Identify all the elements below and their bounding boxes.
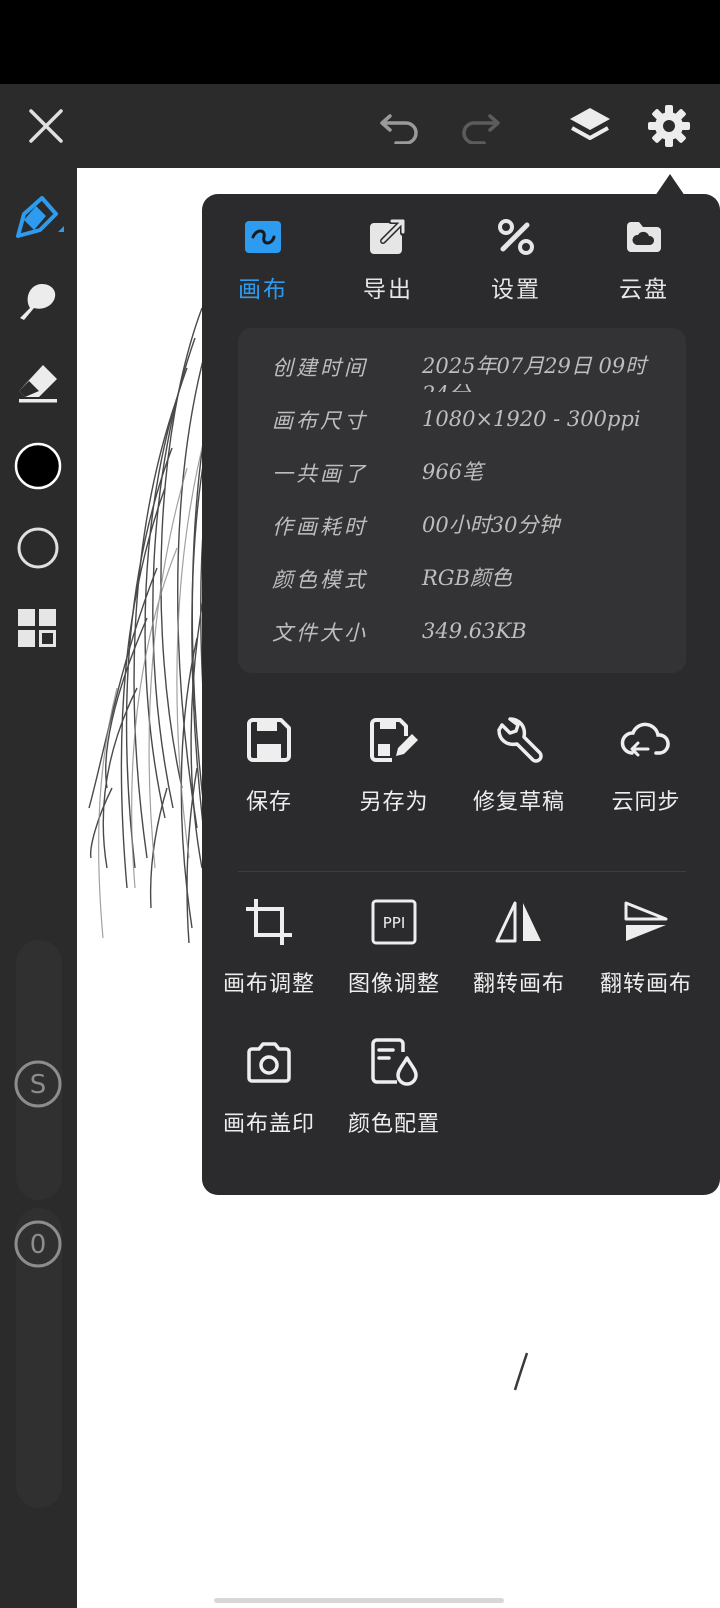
layers-icon xyxy=(570,108,610,140)
info-key-duration: 作画耗时 xyxy=(272,515,368,539)
flip-canvas-vertical-button[interactable]: 翻转画布 xyxy=(585,892,707,1002)
save-label: 保存 xyxy=(245,790,292,815)
info-row: 颜色模式 RGB颜色 xyxy=(272,564,672,604)
opacity-indicator[interactable]: 0 xyxy=(10,1216,66,1272)
info-value-created: 2025年07月29日 09时24分 xyxy=(422,354,647,392)
save-as-icon xyxy=(370,718,418,762)
cloud-sync-label: 云同步 xyxy=(611,790,681,815)
export-icon xyxy=(370,219,406,254)
tab-settings[interactable]: 设置 xyxy=(461,216,571,306)
color-white-swatch[interactable] xyxy=(10,520,66,576)
info-row: 画布尺寸 1080×1920 - 300ppi xyxy=(272,405,672,445)
brush-pen-icon xyxy=(16,196,64,238)
info-row: 一共画了 966笔 xyxy=(272,458,672,498)
undo-icon xyxy=(380,114,418,144)
tool-sidebar: S 0 xyxy=(0,168,77,1608)
save-icon xyxy=(247,718,291,762)
black-color-swatch-icon xyxy=(14,442,62,490)
canvas-adjust-button[interactable]: 画布调整 xyxy=(208,892,330,1002)
settings-tools-icon xyxy=(498,219,534,255)
eraser-icon xyxy=(19,365,57,403)
info-value-color-mode: RGB颜色 xyxy=(422,566,513,590)
tab-canvas[interactable]: 画布 xyxy=(208,216,318,306)
info-row: 创建时间 2025年07月29日 09时24分 xyxy=(272,352,672,392)
tab-cloud-drive-label: 云盘 xyxy=(619,277,669,303)
tab-export-label: 导出 xyxy=(363,277,413,303)
info-value-strokes: 966笔 xyxy=(422,460,484,484)
panel-divider xyxy=(238,871,686,872)
info-value-file-size: 349.63KB xyxy=(422,619,527,643)
eraser-tool[interactable] xyxy=(10,355,66,411)
color-black-swatch[interactable] xyxy=(10,438,66,494)
tab-cloud-drive[interactable]: 云盘 xyxy=(589,216,699,306)
canvas-icon xyxy=(245,221,281,253)
smudge-tool[interactable] xyxy=(10,272,66,328)
close-button[interactable] xyxy=(18,98,74,154)
status-bar xyxy=(0,0,720,84)
home-indicator xyxy=(214,1598,504,1603)
smudge-icon xyxy=(20,284,56,320)
canvas-menu-panel: 画布 导出 设置 云盘 创建时间 2025年07月29日 09时24分 画布尺寸… xyxy=(202,194,720,1195)
info-key-file-size: 文件大小 xyxy=(272,621,368,645)
save-as-label: 另存为 xyxy=(359,790,429,815)
grid-icon xyxy=(18,609,56,647)
color-config-icon xyxy=(371,1038,418,1086)
canvas-info-box: 创建时间 2025年07月29日 09时24分 画布尺寸 1080×1920 -… xyxy=(238,328,686,673)
ppi-icon-text: PPI xyxy=(383,914,406,932)
info-value-size: 1080×1920 - 300ppi xyxy=(422,407,641,431)
canvas-stamp-label: 画布盖印 xyxy=(222,1112,315,1137)
info-key-strokes: 一共画了 xyxy=(272,462,368,486)
layers-button[interactable] xyxy=(562,98,618,154)
image-adjust-button[interactable]: PPI 图像调整 xyxy=(333,892,455,1002)
size-s-label: S xyxy=(30,1070,47,1100)
tab-settings-label: 设置 xyxy=(491,277,541,303)
opacity-zero-icon: 0 xyxy=(14,1220,62,1268)
flip-canvas-horizontal-label: 翻转画布 xyxy=(472,972,565,997)
color-config-label: 颜色配置 xyxy=(347,1112,440,1137)
wrench-icon xyxy=(497,717,543,763)
flip-canvas-horizontal-button[interactable]: 翻转画布 xyxy=(458,892,580,1002)
image-adjust-label: 图像调整 xyxy=(347,972,440,997)
redo-icon xyxy=(462,114,500,144)
color-config-button[interactable]: 颜色配置 xyxy=(333,1032,455,1142)
repair-draft-label: 修复草稿 xyxy=(472,790,565,815)
more-tools-button[interactable] xyxy=(10,601,66,657)
size-s-icon: S xyxy=(14,1060,62,1108)
flip-canvas-vertical-label: 翻转画布 xyxy=(599,972,692,997)
flip-horizontal-icon xyxy=(495,901,541,943)
gear-icon xyxy=(648,105,690,147)
info-row: 文件大小 349.63KB xyxy=(272,617,672,657)
info-key-size: 画布尺寸 xyxy=(272,409,368,433)
settings-button[interactable] xyxy=(641,98,697,154)
brush-tool[interactable] xyxy=(10,190,66,246)
save-as-button[interactable]: 另存为 xyxy=(333,710,455,820)
save-button[interactable]: 保存 xyxy=(208,710,330,820)
canvas-adjust-label: 画布调整 xyxy=(222,972,315,997)
info-row: 作画耗时 00小时30分钟 xyxy=(272,511,672,551)
ppi-icon: PPI xyxy=(371,899,417,945)
undo-button[interactable] xyxy=(372,98,428,154)
redo-button[interactable] xyxy=(452,98,508,154)
white-circle-icon xyxy=(17,527,59,569)
repair-draft-button[interactable]: 修复草稿 xyxy=(458,710,580,820)
flip-vertical-icon xyxy=(624,901,668,941)
camera-icon xyxy=(247,1042,291,1083)
panel-pointer xyxy=(655,174,685,196)
cloud-sync-button[interactable]: 云同步 xyxy=(585,710,707,820)
tab-canvas-label: 画布 xyxy=(238,277,288,303)
opacity-zero-label: 0 xyxy=(30,1230,47,1260)
top-toolbar xyxy=(0,84,720,168)
cloud-drive-icon xyxy=(627,222,661,252)
crop-icon xyxy=(246,899,292,945)
tab-export[interactable]: 导出 xyxy=(333,216,443,306)
size-indicator[interactable]: S xyxy=(10,1056,66,1112)
info-key-created: 创建时间 xyxy=(272,356,368,380)
canvas-stamp-button[interactable]: 画布盖印 xyxy=(208,1032,330,1142)
info-value-duration: 00小时30分钟 xyxy=(422,513,560,537)
cloud-sync-icon xyxy=(620,722,670,757)
info-key-color-mode: 颜色模式 xyxy=(272,568,368,592)
close-icon xyxy=(29,109,63,143)
